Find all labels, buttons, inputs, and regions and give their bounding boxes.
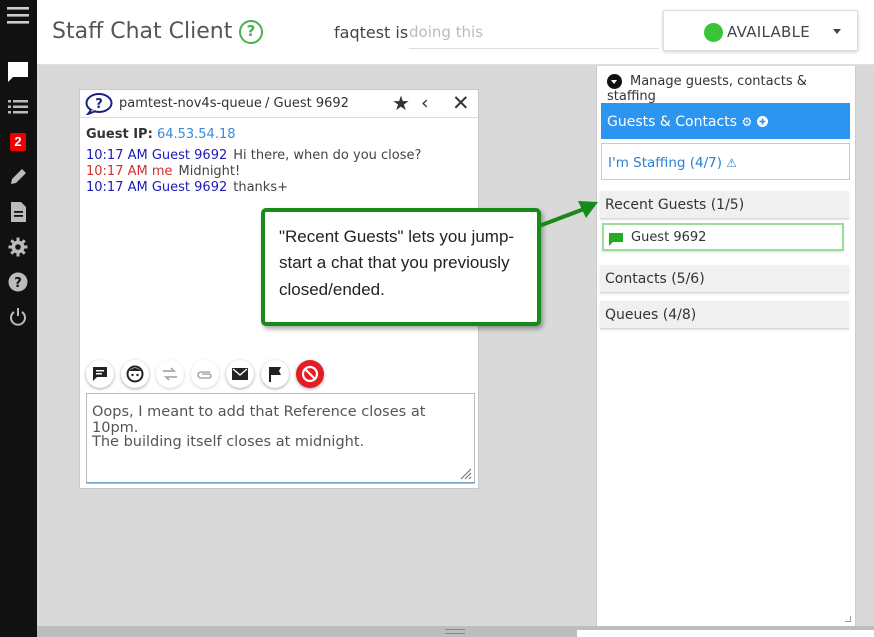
list-icon[interactable] [7, 96, 29, 118]
svg-text:?: ? [95, 97, 103, 112]
availability-dropdown[interactable]: AVAILABLE [663, 10, 858, 51]
bottom-splitter[interactable] [37, 626, 874, 637]
staffing-label: I'm Staffing (4/7) [608, 155, 722, 171]
chat-icon[interactable] [7, 61, 29, 83]
message-meta: 10:17 AM Guest 9692 [86, 180, 228, 195]
message-compose-input[interactable]: Oops, I meant to add that Reference clos… [86, 393, 475, 483]
message-text: thanks+ [233, 180, 288, 195]
message-text: Midnight! [178, 164, 241, 179]
close-icon[interactable]: ✕ [452, 91, 470, 115]
message-meta: 10:17 AM Guest 9692 [86, 148, 228, 163]
queue-name: pamtest-nov4s-queue [119, 96, 262, 111]
chat-message: 10:17 AM Guest 9692 Hi there, when do you… [86, 148, 421, 163]
guests-contacts-label: Guests & Contacts [607, 114, 737, 130]
star-icon[interactable]: ★ [392, 91, 410, 115]
app-title: Staff Chat Client [52, 19, 233, 44]
right-panel: Manage guests, contacts & staffing Guest… [596, 66, 856, 626]
chat-bubble-button[interactable] [86, 360, 114, 388]
pencil-icon[interactable] [7, 166, 29, 188]
manage-label: Manage guests, contacts & staffing [607, 74, 807, 104]
compose-focus-line [86, 482, 475, 484]
recent-guest-item[interactable]: Guest 9692 [602, 223, 844, 251]
recent-guests-label: Recent Guests (1/5) [605, 197, 745, 213]
message-text: Hi there, when do you close? [233, 148, 422, 163]
document-icon[interactable] [7, 201, 29, 223]
svg-text:?: ? [14, 276, 22, 291]
chat-window-header: ? pamtest-nov4s-queue / Guest 9692 ★ ‹ ✕ [80, 90, 478, 118]
chevron-down-icon [833, 29, 841, 34]
resize-grip-icon[interactable] [845, 616, 851, 622]
chat-message: 10:17 AM me Midnight! [86, 164, 240, 179]
menu-icon[interactable] [7, 4, 29, 26]
resize-grip-icon[interactable] [458, 466, 472, 480]
email-icon[interactable] [226, 360, 254, 388]
question-bubble-icon: ? [85, 93, 113, 115]
availability-label: AVAILABLE [727, 23, 811, 41]
guest-ip: Guest IP: 64.53.54.18 [86, 127, 236, 142]
transfer-icon[interactable] [156, 360, 184, 388]
guests-contacts-button[interactable]: Guests & Contacts ⚙ [601, 103, 850, 139]
manage-toggle[interactable]: Manage guests, contacts & staffing [607, 74, 857, 104]
contacts-section[interactable]: Contacts (5/6) [600, 265, 849, 293]
chat-message: 10:17 AM Guest 9692 thanks+ [86, 180, 288, 195]
bottom-strip [577, 630, 874, 637]
warning-icon: ⚠ [726, 156, 738, 170]
flag-icon[interactable] [261, 360, 289, 388]
compose-line: Oops, I meant to add that Reference clos… [92, 404, 426, 436]
status-dot-icon [704, 23, 723, 42]
badge-icon[interactable]: 2 [7, 131, 29, 153]
contacts-label: Contacts (5/6) [605, 271, 705, 287]
add-circle-icon[interactable] [756, 116, 768, 127]
chat-icon [609, 233, 623, 246]
gear-icon[interactable] [7, 236, 29, 258]
guest-ip-value[interactable]: 64.53.54.18 [157, 127, 236, 142]
chevron-down-icon [607, 74, 622, 89]
chevron-left-icon[interactable]: ‹ [421, 92, 429, 114]
username-label: faqtest is [334, 23, 409, 42]
guest-ip-label: Guest IP: [86, 127, 153, 142]
staffing-button[interactable]: I'm Staffing (4/7) ⚠ [601, 143, 850, 180]
annotation-callout: "Recent Guests" lets you jump-start a ch… [261, 208, 541, 326]
recent-guest-name: Guest 9692 [631, 230, 707, 245]
header: Staff Chat Client ? faqtest is AVAILABLE [37, 0, 874, 65]
block-icon[interactable] [296, 360, 324, 388]
left-rail: 2 ? [0, 0, 37, 637]
paperclip-icon[interactable] [191, 360, 219, 388]
message-meta: 10:17 AM me [86, 164, 173, 179]
help-icon[interactable]: ? [239, 20, 263, 44]
compose-line: The building itself closes at midnight. [92, 434, 365, 450]
status-input[interactable] [409, 16, 659, 49]
queues-section[interactable]: Queues (4/8) [600, 301, 849, 329]
gear-icon[interactable]: ⚙ [741, 115, 752, 129]
queues-label: Queues (4/8) [605, 307, 697, 323]
recent-guests-section[interactable]: Recent Guests (1/5) [600, 191, 849, 219]
drag-handle-icon[interactable] [445, 629, 465, 634]
callout-arrow-icon [538, 201, 598, 228]
help-icon[interactable]: ? [7, 271, 29, 293]
power-icon[interactable] [7, 306, 29, 328]
face-icon[interactable] [121, 360, 149, 388]
guest-name: / Guest 9692 [265, 96, 349, 111]
notification-badge: 2 [10, 133, 26, 151]
